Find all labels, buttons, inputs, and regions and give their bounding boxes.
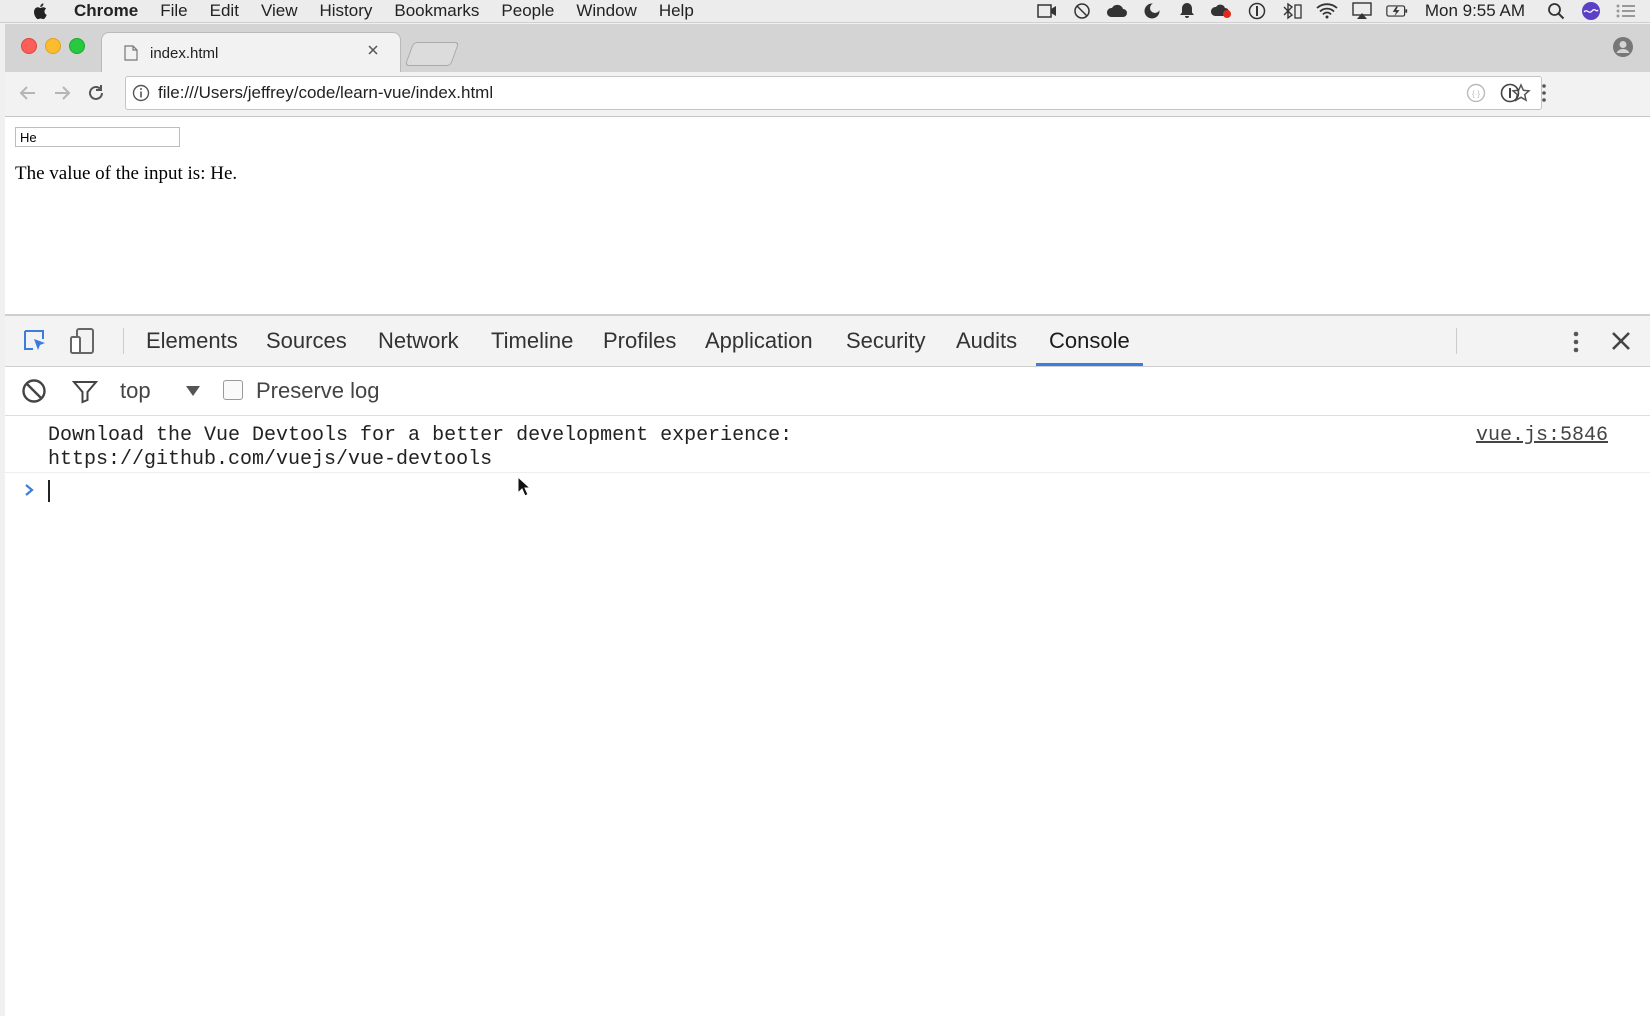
menu-view[interactable]: View <box>261 0 298 22</box>
menu-edit[interactable]: Edit <box>210 0 239 22</box>
extension-icon[interactable]: {·} <box>1465 82 1487 104</box>
forward-arrow-icon[interactable] <box>51 82 73 104</box>
reload-icon[interactable] <box>85 82 107 104</box>
inspect-element-icon[interactable] <box>21 327 49 355</box>
console-prompt-chevron-icon <box>25 484 34 496</box>
bluetooth-battery-icon[interactable] <box>1281 2 1303 20</box>
notification-center-icon[interactable] <box>1615 2 1637 20</box>
browser-toolbar: file:///Users/jeffrey/code/learn-vue/ind… <box>5 72 1650 117</box>
menu-file[interactable]: File <box>160 0 187 22</box>
devtools-close-icon[interactable] <box>1608 328 1634 354</box>
status-area: Mon 9:55 AM <box>1036 0 1650 22</box>
devtools-separator <box>123 328 124 354</box>
spotlight-search-icon[interactable] <box>1545 2 1567 20</box>
menubar-clock[interactable]: Mon 9:55 AM <box>1425 1 1525 21</box>
menu-history[interactable]: History <box>319 0 372 22</box>
filter-icon[interactable] <box>72 378 98 404</box>
context-selector[interactable]: top <box>120 367 151 415</box>
minimize-window-button[interactable] <box>45 38 61 54</box>
apple-icon[interactable] <box>32 2 50 20</box>
chrome-menu-icon[interactable] <box>1533 82 1555 104</box>
tab-sources[interactable]: Sources <box>266 316 347 366</box>
tab-network[interactable]: Network <box>378 316 459 366</box>
device-toolbar-icon[interactable] <box>69 327 97 355</box>
clear-console-icon[interactable] <box>21 378 47 404</box>
console-message-text: Download the Vue Devtools for a better d… <box>48 424 793 447</box>
mouse-pointer-icon <box>517 476 531 497</box>
text-input[interactable] <box>15 127 180 147</box>
airplay-icon[interactable] <box>1351 2 1373 20</box>
battery-icon[interactable] <box>1386 2 1408 20</box>
svg-text:{·}: {·} <box>1472 90 1480 99</box>
maximize-window-button[interactable] <box>69 38 85 54</box>
profile-icon[interactable] <box>1612 36 1634 58</box>
devtools-panel: Elements Sources Network Timeline Profil… <box>5 314 1650 1016</box>
tab-application[interactable]: Application <box>705 316 813 366</box>
tab-title: index.html <box>150 44 219 62</box>
tab-security[interactable]: Security <box>846 316 925 366</box>
devtools-menu-icon[interactable] <box>1566 328 1586 356</box>
moon-icon[interactable] <box>1141 2 1163 20</box>
info-icon[interactable] <box>132 84 150 102</box>
creative-cloud-icon[interactable] <box>1210 2 1233 20</box>
notification-bell-icon[interactable] <box>1176 2 1198 20</box>
password-manager-icon[interactable] <box>1246 2 1268 20</box>
browser-tab[interactable]: index.html <box>101 32 401 73</box>
menu-window[interactable]: Window <box>576 0 636 22</box>
input-value-text: The value of the input is: He. <box>15 163 238 184</box>
title-bar: index.html <box>5 24 1650 73</box>
tab-audits[interactable]: Audits <box>956 316 1017 366</box>
close-window-button[interactable] <box>21 38 37 54</box>
cloud-icon[interactable] <box>1106 2 1128 20</box>
tab-timeline[interactable]: Timeline <box>491 316 573 366</box>
menu-people[interactable]: People <box>501 0 554 22</box>
preserve-log-label[interactable]: Preserve log <box>256 367 380 415</box>
file-icon <box>124 45 138 61</box>
address-bar[interactable]: file:///Users/jeffrey/code/learn-vue/ind… <box>125 76 1542 110</box>
tab-console[interactable]: Console <box>1036 316 1143 366</box>
browser-window: index.html file:///Users/jeffrey/code/le… <box>5 24 1650 1016</box>
page-viewport: The value of the input is: He. <box>5 117 1650 314</box>
console-toolbar: top Preserve log <box>5 367 1650 416</box>
screen-record-icon[interactable] <box>1036 2 1058 20</box>
console-message-source-link[interactable]: vue.js:5846 <box>1476 424 1608 447</box>
new-tab-button[interactable] <box>404 42 460 66</box>
menu-bar: Chrome File Edit View History Bookmarks … <box>0 0 1650 23</box>
devtools-tab-bar: Elements Sources Network Timeline Profil… <box>5 316 1650 367</box>
timer-icon[interactable] <box>1071 2 1093 20</box>
wifi-icon[interactable] <box>1316 2 1338 20</box>
menu-bookmarks[interactable]: Bookmarks <box>394 0 479 22</box>
back-arrow-icon[interactable] <box>17 82 39 104</box>
menu-help[interactable]: Help <box>659 0 694 22</box>
tab-elements[interactable]: Elements <box>146 316 238 366</box>
tab-profiles[interactable]: Profiles <box>603 316 676 366</box>
password-extension-icon[interactable] <box>1499 82 1521 104</box>
tab-close-icon[interactable] <box>366 44 380 58</box>
console-message-link[interactable]: https://github.com/vuejs/vue-devtools <box>48 448 492 471</box>
console-input-caret[interactable] <box>48 480 50 502</box>
url-text[interactable]: file:///Users/jeffrey/code/learn-vue/ind… <box>158 77 493 109</box>
devtools-separator-right <box>1456 328 1457 354</box>
siri-icon[interactable] <box>1580 2 1602 20</box>
preserve-log-checkbox[interactable] <box>223 380 243 400</box>
context-dropdown-icon[interactable] <box>185 385 201 397</box>
menu-app-name[interactable]: Chrome <box>74 0 138 22</box>
console-message: Download the Vue Devtools for a better d… <box>5 416 1650 473</box>
